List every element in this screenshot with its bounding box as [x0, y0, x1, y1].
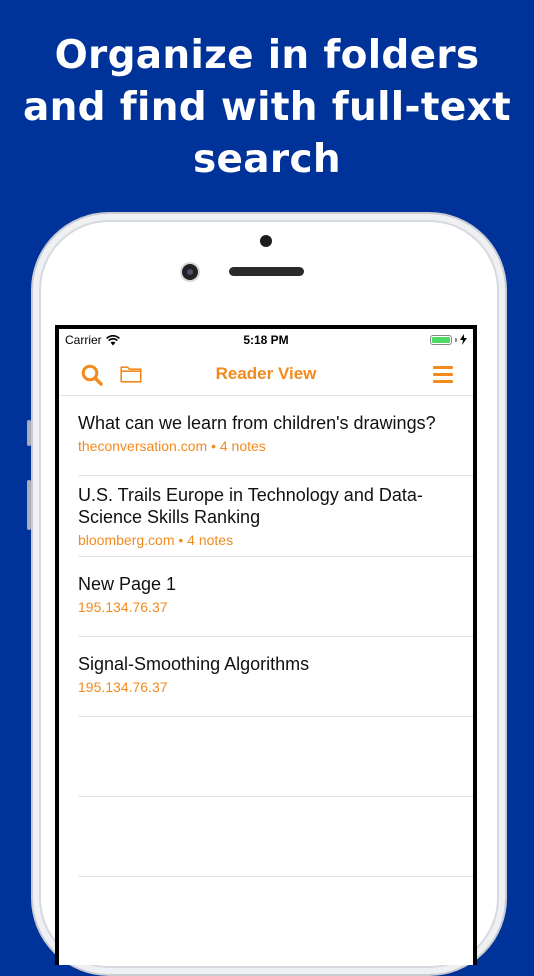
status-bar: Carrier 5:18 PM — [59, 329, 473, 351]
empty-row — [78, 797, 473, 877]
front-camera — [182, 264, 198, 280]
headline-line-1: Organize in folders — [54, 33, 480, 78]
battery-indicator — [430, 334, 467, 345]
item-subtitle: theconversation.com • 4 notes — [78, 438, 266, 454]
item-title: U.S. Trails Europe in Technology and Dat… — [78, 485, 423, 527]
marketing-headline: Organize in folders and find with full-t… — [0, 30, 534, 186]
list-item[interactable]: What can we learn from children's drawin… — [78, 396, 473, 476]
headline-line-3: search — [193, 137, 341, 182]
menu-button[interactable] — [433, 366, 453, 388]
proximity-sensor — [260, 235, 272, 247]
app-screen: Carrier 5:18 PM Reader View What can we … — [59, 329, 473, 965]
phone-mute-switch — [27, 420, 31, 446]
item-subtitle: 195.134.76.37 — [78, 599, 168, 615]
item-title: Signal-Smoothing Algorithms — [78, 654, 310, 674]
status-time: 5:18 PM — [243, 333, 289, 347]
charging-bolt-icon — [460, 334, 467, 345]
phone-volume-up — [27, 480, 31, 530]
hamburger-menu-icon — [433, 366, 453, 383]
item-subtitle: 195.134.76.37 — [78, 679, 168, 695]
item-title: What can we learn from children's drawin… — [78, 413, 436, 433]
headline-line-2: and find with full-text — [22, 85, 511, 130]
navigation-bar: Reader View — [59, 351, 473, 396]
list-item[interactable]: U.S. Trails Europe in Technology and Dat… — [78, 476, 473, 557]
item-title: New Page 1 — [78, 574, 177, 594]
page-title: Reader View — [215, 364, 317, 383]
item-subtitle: bloomberg.com • 4 notes — [78, 532, 234, 548]
article-list: What can we learn from children's drawin… — [59, 396, 473, 877]
list-item[interactable]: New Page 1 195.134.76.37 — [78, 557, 473, 637]
earpiece-speaker — [229, 267, 304, 276]
empty-row — [78, 717, 473, 797]
battery-icon — [430, 334, 452, 345]
phone-screen: Carrier 5:18 PM Reader View What can we … — [55, 325, 477, 965]
list-item[interactable]: Signal-Smoothing Algorithms 195.134.76.3… — [78, 637, 473, 717]
